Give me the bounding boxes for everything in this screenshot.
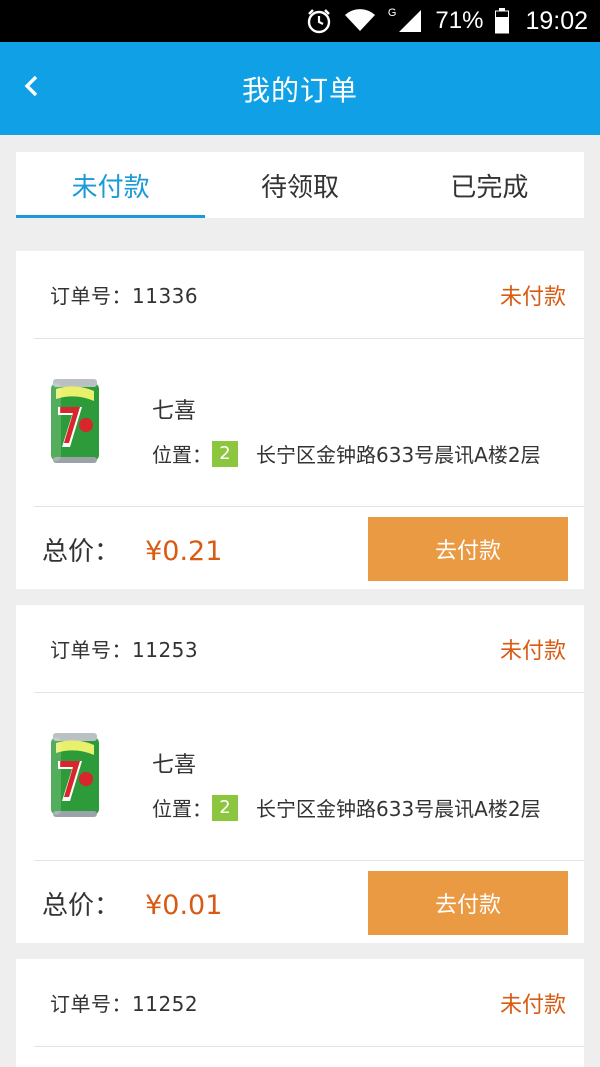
order-number: 订单号：11253 (50, 638, 199, 662)
order-total: 总价： ¥0.21 (42, 531, 222, 568)
alarm-icon (306, 8, 332, 34)
order-item[interactable]: 七喜 位置： 2 长宁区金钟路633号晨讯A楼2层 (34, 339, 584, 507)
order-status: 未付款 (499, 992, 566, 1018)
tab-completed[interactable]: 已完成 (395, 152, 584, 218)
chevron-left-icon (23, 75, 41, 101)
order-number: 订单号：11252 (50, 992, 199, 1016)
battery-icon (495, 8, 510, 34)
order-header: 订单号：11253 未付款 (34, 605, 584, 693)
pay-button[interactable]: 去付款 (368, 517, 568, 581)
tab-unpaid[interactable]: 未付款 (16, 152, 206, 218)
order-footer: 总价： ¥0.01 去付款 (16, 861, 584, 945)
location-label: 位置： (152, 797, 212, 821)
7up-can-image (48, 731, 102, 819)
location-badge: 2 (212, 440, 238, 467)
app-bar: 我的订单 (0, 42, 600, 135)
total-value: ¥0.01 (145, 889, 223, 921)
product-name: 七喜 (152, 753, 197, 778)
order-footer: 总价： ¥0.21 去付款 (16, 507, 584, 591)
total-label: 总价： (42, 890, 121, 921)
order-header: 订单号：11336 未付款 (34, 251, 584, 339)
location-address: 长宁区金钟路633号晨讯A楼2层 (256, 443, 541, 467)
clock: 19:02 (525, 6, 588, 35)
product-name: 七喜 (152, 399, 197, 424)
location-address: 长宁区金钟路633号晨讯A楼2层 (256, 797, 541, 821)
total-label: 总价： (42, 536, 121, 567)
signal-icon: G (387, 7, 424, 34)
order-tabs: 未付款 待领取 已完成 (16, 152, 584, 218)
order-total: 总价： ¥0.01 (42, 885, 222, 922)
order-status: 未付款 (499, 638, 566, 664)
battery-percent: 71% (435, 7, 484, 34)
tab-to-collect[interactable]: 待领取 (205, 152, 394, 218)
7up-can-image (48, 377, 102, 465)
pay-button[interactable]: 去付款 (368, 871, 568, 935)
total-value: ¥0.21 (145, 535, 223, 567)
network-type: G (387, 7, 397, 19)
order-header: 订单号：11252 未付款 (34, 959, 584, 1047)
location-row: 位置： 2 长宁区金钟路633号晨讯A楼2层 (152, 793, 541, 822)
order-number: 订单号：11336 (50, 284, 199, 308)
order-card: 订单号：11252 未付款 (16, 959, 584, 1067)
order-item[interactable]: 七喜 位置： 2 长宁区金钟路633号晨讯A楼2层 (34, 693, 584, 861)
order-card: 订单号：11336 未付款 七喜 位置： 2 长宁区金钟路633号晨讯A楼2层 … (16, 251, 584, 589)
wifi-icon (344, 9, 376, 33)
location-row: 位置： 2 长宁区金钟路633号晨讯A楼2层 (152, 439, 541, 468)
order-status: 未付款 (499, 284, 566, 310)
location-badge: 2 (212, 794, 238, 821)
page-title: 我的订单 (241, 73, 358, 107)
back-button[interactable] (8, 64, 56, 112)
order-card: 订单号：11253 未付款 七喜 位置： 2 长宁区金钟路633号晨讯A楼2层 … (16, 605, 584, 943)
status-bar: G 71% 19:02 (0, 0, 600, 42)
location-label: 位置： (152, 443, 212, 467)
